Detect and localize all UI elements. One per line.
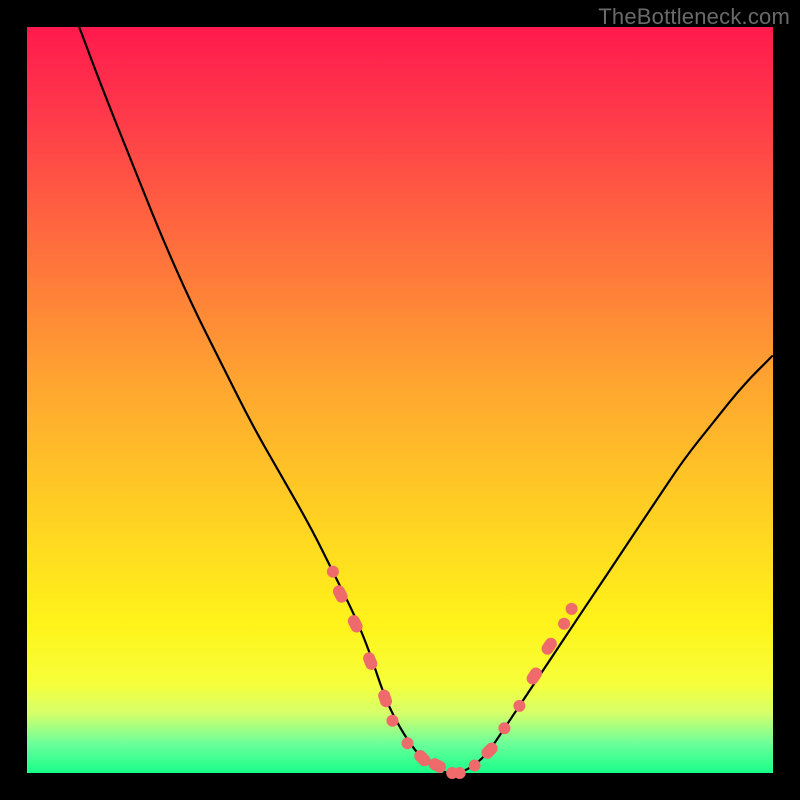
curve-marker (454, 767, 466, 779)
curve-marker (327, 566, 339, 578)
curve-marker (539, 635, 559, 657)
chart-frame: TheBottleneck.com (0, 0, 800, 800)
curve-markers (327, 566, 578, 779)
curve-marker (469, 760, 481, 772)
plot-area (27, 27, 773, 773)
bottleneck-curve-path (79, 27, 773, 773)
curve-marker (513, 700, 525, 712)
curve-marker (566, 603, 578, 615)
watermark-text: TheBottleneck.com (598, 4, 790, 30)
curve-marker (524, 665, 544, 687)
curve-marker (387, 715, 399, 727)
curve-marker (498, 722, 510, 734)
curve-marker (361, 651, 379, 672)
curve-marker (402, 737, 414, 749)
curve-marker (377, 688, 394, 709)
curve-marker (558, 618, 570, 630)
chart-svg (27, 27, 773, 773)
